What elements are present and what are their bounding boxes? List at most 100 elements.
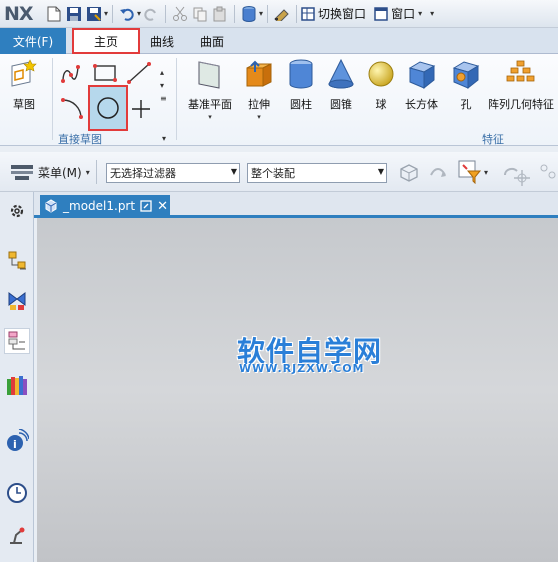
chevron-down-icon: ▼ — [230, 167, 237, 176]
sphere-button[interactable]: 球 — [365, 58, 397, 112]
quick-access-toolbar: NX ▾ ▾ ▾ 切换窗口 窗口 ▾ ▾ — [0, 0, 558, 28]
resource-process-studio[interactable] — [4, 522, 30, 548]
block-button[interactable]: 长方体 — [405, 58, 438, 112]
direct-sketch-more-icon[interactable]: ▾ — [162, 134, 166, 143]
direct-sketch-group-label: 直接草图 — [58, 133, 102, 146]
assembly-scope-select[interactable]: 整个装配 ▼ — [247, 163, 387, 183]
cylinder-icon — [289, 59, 313, 89]
robot-arm-icon — [10, 527, 25, 544]
deselect-icon[interactable] — [426, 160, 450, 184]
tab-home[interactable]: 主页 — [72, 28, 140, 54]
document-tab-label: _model1.prt — [63, 199, 136, 213]
copy-icon[interactable] — [190, 4, 210, 24]
cone-button[interactable]: 圆锥 — [325, 58, 357, 112]
selection-bar: 菜单(M) ▾ 无选择过滤器 ▼ 整个装配 ▼ ▾ — [0, 152, 558, 192]
separator — [165, 4, 167, 23]
filter-icon[interactable] — [458, 160, 482, 184]
constraint-navigator-icon — [8, 292, 26, 310]
block-label: 长方体 — [405, 98, 438, 111]
cone-icon — [328, 58, 354, 89]
chevron-down-icon: ▾ — [418, 9, 423, 18]
chevron-down-icon[interactable]: ▾ — [104, 9, 108, 18]
ribbon-tab-bar: 文件(F) 主页 曲线 曲面 — [0, 28, 558, 54]
paste-icon[interactable] — [210, 4, 230, 24]
chevron-down-icon[interactable]: ▾ — [259, 9, 263, 18]
document-modified-icon — [140, 200, 152, 212]
tab-curve[interactable]: 曲线 — [142, 28, 182, 54]
chevron-down-icon: ▾ — [85, 167, 90, 177]
chevron-down-icon[interactable]: ▾ — [484, 168, 488, 177]
assembly-navigator-icon — [8, 251, 26, 270]
switch-window-button[interactable]: 切换窗口 — [301, 5, 366, 22]
resource-assembly-navigator[interactable] — [4, 248, 30, 274]
gear-icon — [10, 204, 24, 218]
cut-icon[interactable] — [170, 4, 190, 24]
customize-chevron-icon[interactable]: ▾ — [430, 9, 434, 18]
undo-icon[interactable] — [117, 4, 137, 24]
resource-constraint-navigator[interactable] — [4, 288, 30, 314]
pattern-feature-label: 阵列几何特征 — [488, 98, 554, 111]
datum-plane-button[interactable]: 基准平面 ▾ — [188, 58, 232, 121]
selection-filter-select[interactable]: 无选择过滤器 ▼ — [106, 163, 240, 183]
extrude-button[interactable]: 拉伸 ▾ — [243, 58, 275, 121]
close-icon[interactable]: ✕ — [157, 199, 168, 214]
snap-more-icon[interactable] — [536, 160, 558, 184]
clock-icon — [7, 483, 27, 503]
group-separator — [52, 58, 53, 140]
brush-icon[interactable] — [272, 4, 292, 24]
rectangle-tool[interactable] — [90, 58, 120, 88]
separator — [112, 4, 114, 23]
resource-part-navigator[interactable] — [4, 328, 30, 354]
circle-icon — [97, 97, 119, 119]
hole-label: 孔 — [460, 98, 472, 111]
redo-icon[interactable] — [141, 4, 161, 24]
chevron-down-icon: ▾ — [257, 113, 261, 121]
pattern-feature-button[interactable]: 阵列几何特征 — [486, 58, 556, 112]
resource-info[interactable]: i — [4, 428, 30, 454]
document-tab[interactable]: _model1.prt ✕ — [40, 195, 170, 217]
window-menu-button[interactable]: 窗口 ▾ — [374, 5, 422, 22]
part-file-icon — [45, 199, 57, 213]
new-file-icon[interactable] — [44, 4, 64, 24]
save-icon[interactable] — [64, 4, 84, 24]
line-tool[interactable] — [124, 58, 154, 88]
menu-button[interactable]: 菜单(M) ▾ — [10, 162, 90, 182]
tab-surface[interactable]: 曲面 — [192, 28, 232, 54]
sketch-label: 草图 — [13, 98, 35, 111]
sketch-button[interactable]: 草图 — [8, 58, 40, 112]
arc-tool[interactable] — [58, 92, 88, 122]
cylinder-label: 圆柱 — [290, 98, 312, 111]
menu-label: 菜单(M) — [38, 165, 82, 180]
resource-reuse-library[interactable] — [4, 372, 30, 398]
point-icon — [132, 100, 150, 118]
chevron-down-icon: ▼ — [377, 167, 384, 176]
datum-plane-icon — [198, 61, 220, 89]
resource-history[interactable] — [4, 480, 30, 506]
profile-tool[interactable] — [58, 58, 88, 88]
cylinder-button[interactable]: 圆柱 — [285, 58, 317, 112]
sketch-gallery-scroll[interactable]: ▴ ▾ ≡ — [160, 66, 167, 105]
save-as-icon[interactable] — [84, 4, 104, 24]
selection-filter-value: 无选择过滤器 — [110, 167, 176, 180]
datum-plane-label: 基准平面 — [188, 98, 232, 111]
resource-settings-button[interactable] — [4, 198, 30, 224]
tab-file[interactable]: 文件(F) — [0, 28, 66, 54]
assembly-scope-value: 整个装配 — [251, 167, 295, 180]
line-icon — [127, 62, 151, 84]
resource-bar: i — [0, 192, 34, 562]
cone-label: 圆锥 — [330, 98, 352, 111]
sketch-icon — [11, 59, 37, 87]
graphics-window[interactable]: 软件自学网 WWW.RJZXW.COM — [37, 218, 558, 562]
features-group-label: 特征 — [482, 133, 504, 146]
switch-window-label: 切换窗口 — [318, 7, 367, 21]
separator — [234, 4, 236, 23]
selection-scope-icon[interactable] — [396, 160, 420, 184]
point-snap-icon[interactable] — [510, 166, 534, 190]
point-tool[interactable] — [126, 94, 156, 124]
sphere-label: 球 — [375, 98, 387, 111]
part-navigator-icon — [8, 331, 25, 350]
cylinder-icon[interactable] — [239, 4, 259, 24]
separator — [96, 160, 97, 184]
hole-button[interactable]: 孔 — [450, 58, 482, 112]
circle-tool[interactable] — [88, 85, 128, 131]
